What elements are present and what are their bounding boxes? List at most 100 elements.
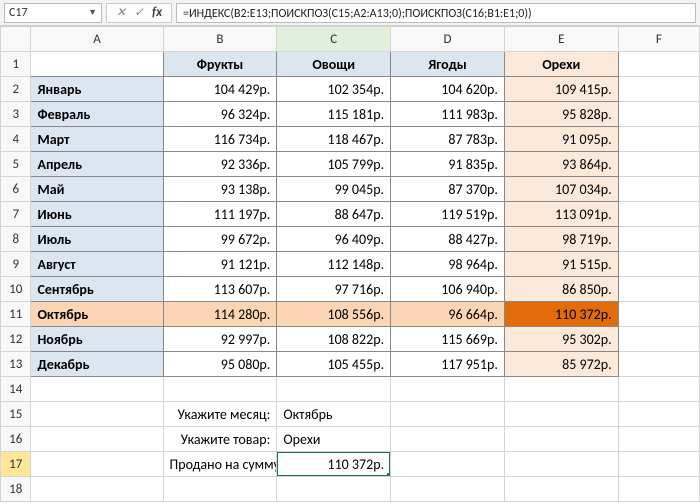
cell[interactable] <box>618 302 699 327</box>
cell[interactable] <box>277 477 391 502</box>
fx-icon[interactable]: fx <box>149 5 165 20</box>
cell[interactable] <box>618 227 699 252</box>
cell[interactable]: 108 822р. <box>277 327 391 352</box>
cell[interactable]: 117 951р. <box>391 352 505 377</box>
cell[interactable]: 97 716р. <box>277 277 391 302</box>
cancel-icon[interactable]: ✕ <box>113 5 129 20</box>
cell-month[interactable]: Июнь <box>31 202 163 227</box>
cell-month[interactable]: Октябрь <box>31 302 163 327</box>
cell[interactable]: 92 336р. <box>163 152 277 177</box>
name-box[interactable]: C17 ▼ <box>4 3 102 23</box>
corner-cell[interactable] <box>1 27 31 52</box>
cell[interactable] <box>391 377 505 402</box>
cell[interactable] <box>163 377 277 402</box>
row-header[interactable]: 1 <box>1 52 31 77</box>
cell-month[interactable]: Август <box>31 252 163 277</box>
cell[interactable] <box>618 202 699 227</box>
cell[interactable]: 115 181р. <box>277 102 391 127</box>
cell[interactable] <box>504 427 618 452</box>
cell[interactable]: 98 719р. <box>504 227 618 252</box>
cell[interactable] <box>618 77 699 102</box>
cell-month[interactable]: Март <box>31 127 163 152</box>
cell[interactable] <box>504 377 618 402</box>
cell[interactable] <box>618 427 699 452</box>
col-header-F[interactable]: F <box>618 27 699 52</box>
cell[interactable] <box>31 427 163 452</box>
cell[interactable] <box>618 52 699 77</box>
cell-month[interactable]: Январь <box>31 77 163 102</box>
col-header-D[interactable]: D <box>391 27 505 52</box>
sum-value[interactable]: 110 372р. <box>277 452 391 477</box>
month-label[interactable]: Укажите месяц: <box>163 402 277 427</box>
row-header[interactable]: 2 <box>1 77 31 102</box>
cell[interactable] <box>504 452 618 477</box>
formula-input[interactable]: =ИНДЕКС(B2:E13;ПОИСКПОЗ(C15;A2:A13;0);ПО… <box>176 3 696 23</box>
row-header[interactable]: 7 <box>1 202 31 227</box>
row-header[interactable]: 15 <box>1 402 31 427</box>
row-header[interactable]: 12 <box>1 327 31 352</box>
cell[interactable]: 88 647р. <box>277 202 391 227</box>
cell[interactable]: 87 370р. <box>391 177 505 202</box>
cell[interactable] <box>618 252 699 277</box>
row-header[interactable]: 4 <box>1 127 31 152</box>
cell[interactable] <box>618 377 699 402</box>
col-header-A[interactable]: A <box>31 27 163 52</box>
cell[interactable] <box>618 327 699 352</box>
sum-label[interactable]: Продано на сумму: <box>163 452 277 477</box>
cell[interactable]: 105 455р. <box>277 352 391 377</box>
row-header[interactable]: 11 <box>1 302 31 327</box>
cell[interactable] <box>618 452 699 477</box>
cell-month[interactable]: Май <box>31 177 163 202</box>
product-label[interactable]: Укажите товар: <box>163 427 277 452</box>
cell[interactable] <box>277 377 391 402</box>
enter-icon[interactable]: ✓ <box>131 5 147 20</box>
cell[interactable]: 107 034р. <box>504 177 618 202</box>
cell[interactable] <box>504 477 618 502</box>
row-header[interactable]: 5 <box>1 152 31 177</box>
cell[interactable] <box>618 102 699 127</box>
cell-month[interactable]: Февраль <box>31 102 163 127</box>
row-header[interactable]: 6 <box>1 177 31 202</box>
cell[interactable]: 91 121р. <box>163 252 277 277</box>
cell[interactable]: Фрукты <box>163 52 277 77</box>
cell[interactable] <box>618 152 699 177</box>
row-header[interactable]: 16 <box>1 427 31 452</box>
row-header[interactable]: 8 <box>1 227 31 252</box>
cell[interactable]: 119 519р. <box>391 202 505 227</box>
cell-month[interactable]: Апрель <box>31 152 163 177</box>
cell[interactable]: 88 427р. <box>391 227 505 252</box>
cell[interactable]: 104 429р. <box>163 77 277 102</box>
cell[interactable]: 115 669р. <box>391 327 505 352</box>
col-header-E[interactable]: E <box>504 27 618 52</box>
cell[interactable]: 91 835р. <box>391 152 505 177</box>
cell[interactable] <box>618 402 699 427</box>
col-header-C[interactable]: C <box>277 27 391 52</box>
cell[interactable] <box>31 402 163 427</box>
cell[interactable]: 118 467р. <box>277 127 391 152</box>
cell[interactable]: 96 324р. <box>163 102 277 127</box>
cell[interactable] <box>391 402 505 427</box>
cell[interactable] <box>618 352 699 377</box>
cell[interactable] <box>618 177 699 202</box>
cell[interactable] <box>31 377 163 402</box>
cell[interactable] <box>391 427 505 452</box>
cell-month[interactable]: Декабрь <box>31 352 163 377</box>
cell[interactable] <box>31 477 163 502</box>
row-header[interactable]: 14 <box>1 377 31 402</box>
cell[interactable]: 96 664р. <box>391 302 505 327</box>
cell[interactable]: 102 354р. <box>277 77 391 102</box>
cell[interactable]: 113 091р. <box>504 202 618 227</box>
cell[interactable]: 87 783р. <box>391 127 505 152</box>
cell[interactable]: 98 964р. <box>391 252 505 277</box>
cell[interactable]: 109 415р. <box>504 77 618 102</box>
cell[interactable] <box>618 277 699 302</box>
cell[interactable]: Ягоды <box>391 52 505 77</box>
cell[interactable]: 93 138р. <box>163 177 277 202</box>
spreadsheet-grid[interactable]: A B C D E F 1 Фрукты Овощи Ягоды Орехи 2… <box>0 26 700 502</box>
cell[interactable]: 95 080р. <box>163 352 277 377</box>
cell[interactable]: 112 148р. <box>277 252 391 277</box>
cell-month[interactable]: Июль <box>31 227 163 252</box>
cell[interactable]: Овощи <box>277 52 391 77</box>
cell[interactable] <box>163 477 277 502</box>
row-header[interactable]: 18 <box>1 477 31 502</box>
